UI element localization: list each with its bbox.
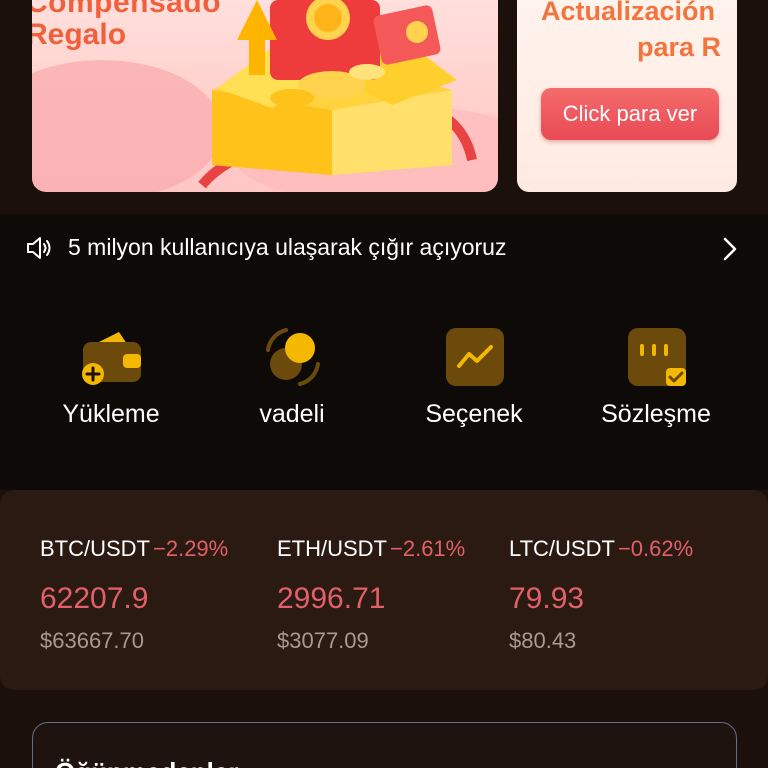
trend-chart-icon	[446, 328, 504, 386]
promo-title-line2: Regalo	[32, 18, 127, 51]
update-title-line2: para R	[637, 32, 722, 62]
wallet-plus-icon	[82, 332, 141, 385]
ticker-price: 79.93	[509, 582, 585, 615]
action-futures[interactable]: vadeli	[207, 326, 377, 446]
ticker-change: −2.61%	[390, 536, 466, 561]
promo-title-line1: Compensado	[32, 0, 222, 19]
ticker-pair: LTC/USDT −0.62%	[509, 536, 749, 562]
home-screen: Compensado Regalo Actualización para R C…	[0, 0, 768, 768]
contract-check-icon	[628, 328, 686, 386]
speaker-icon	[27, 237, 51, 259]
ticker-price: 2996.71	[277, 582, 386, 615]
action-options-label: Seçenek	[425, 400, 523, 428]
announcement-text: 5 milyon kullanıcıya ulaşarak çığır açıy…	[68, 234, 507, 260]
banner-carousel[interactable]: Compensado Regalo Actualización para R C…	[0, 0, 768, 214]
action-contract[interactable]: Sözleşme	[571, 326, 741, 446]
ticker-usd-value: $80.43	[509, 628, 577, 653]
announcement-bar[interactable]: 5 milyon kullanıcıya ulaşarak çığır açıy…	[0, 214, 768, 280]
promo-banner-gift[interactable]: Compensado Regalo	[32, 0, 498, 192]
quick-actions: Yükleme vadeli Seçenek Sözleşme	[0, 280, 768, 490]
ticker-change: −2.29%	[153, 536, 229, 561]
bottom-section-card[interactable]: Öğünmedenler	[32, 722, 737, 768]
ticker-change: −0.62%	[617, 536, 694, 561]
update-title-line1: Actualización	[541, 0, 716, 26]
ticker-pair: BTC/USDT −2.29%	[40, 536, 280, 562]
click-to-view-button[interactable]: Click para ver	[541, 88, 719, 140]
ticker-item-ltc[interactable]: LTC/USDT −0.62% 79.93 $80.43	[509, 536, 749, 654]
bottom-section-title: Öğünmedenler	[55, 757, 238, 768]
ticker-pair: ETH/USDT −2.61%	[277, 536, 517, 562]
action-deposit[interactable]: Yükleme	[26, 326, 196, 446]
ticker-pair-name: ETH/USDT	[277, 536, 387, 561]
ticker-pair-name: LTC/USDT	[509, 536, 615, 561]
ticker-pair-name: BTC/USDT	[40, 536, 150, 561]
action-futures-label: vadeli	[259, 400, 325, 428]
action-contract-label: Sözleşme	[601, 400, 711, 428]
ticker-usd-value: $3077.09	[277, 628, 369, 653]
action-deposit-label: Yükleme	[62, 400, 160, 428]
ticker-usd-value: $63667.70	[40, 628, 144, 653]
chevron-right-icon[interactable]	[720, 236, 740, 262]
ticker-item-eth[interactable]: ETH/USDT −2.61% 2996.71 $3077.09	[277, 536, 517, 654]
exchange-coins-icon	[266, 328, 320, 386]
action-options[interactable]: Seçenek	[389, 326, 559, 446]
promo-banner-update[interactable]: Actualización para R Click para ver	[517, 0, 737, 192]
ticker-price: 62207.9	[40, 582, 149, 615]
ticker-item-btc[interactable]: BTC/USDT −2.29% 62207.9 $63667.70	[40, 536, 280, 654]
market-ticker: BTC/USDT −2.29% 62207.9 $63667.70 ETH/USD…	[0, 490, 768, 690]
